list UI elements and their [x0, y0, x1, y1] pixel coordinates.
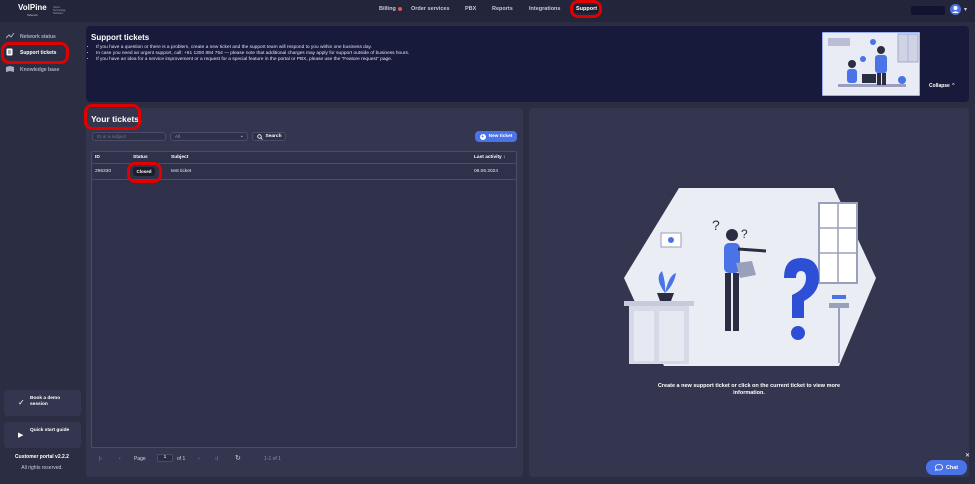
book-icon: [6, 66, 15, 74]
nav-order-services[interactable]: Order services: [411, 6, 450, 12]
sidebar: Network status Support tickets Knowledge…: [0, 22, 84, 484]
user-icon: [952, 6, 959, 13]
quick-start-label: Quick start guide: [30, 428, 70, 433]
quick-start-button[interactable]: ▶ Quick start guide: [4, 422, 81, 448]
sidebar-item-knowledge-base[interactable]: Knowledge base: [6, 65, 59, 75]
book-demo-button[interactable]: ✓ Book a demo session: [4, 390, 81, 416]
ticket-last-activity: 06.06.2024: [474, 169, 499, 174]
sidebar-item-label: Knowledge base: [20, 67, 60, 73]
column-subject[interactable]: Subject: [171, 155, 188, 160]
portal-version: Customer portal v2.2.2: [15, 454, 69, 460]
brand-name: VolPine: [18, 3, 47, 12]
chevron-down-icon[interactable]: ▾: [964, 6, 967, 13]
refresh-icon[interactable]: ↻: [235, 454, 241, 462]
search-icon: [256, 133, 263, 140]
chart-line-icon: [5, 32, 15, 41]
top-bar: VolPine Telecom Cloud Technology Solutio…: [0, 0, 975, 22]
chevron-down-icon: ⌄: [239, 133, 244, 139]
ticket-id: 296330: [95, 169, 112, 174]
svg-text:?: ?: [712, 217, 720, 233]
banner-bullet: If you have an idea for a service improv…: [96, 57, 409, 63]
support-empty-illustration: ? ?: [624, 188, 876, 366]
tickets-panel: Your tickets All ⌄ Search + New ticket I…: [84, 104, 523, 477]
sidebar-item-label: Network status: [20, 34, 56, 40]
nav-pbx[interactable]: PBX: [465, 6, 476, 12]
account-name[interactable]: [911, 6, 945, 15]
column-id[interactable]: ID: [95, 155, 100, 160]
svg-text:?: ?: [741, 227, 748, 241]
next-page-icon[interactable]: ›: [198, 456, 200, 462]
page-label: Page: [134, 456, 146, 462]
nav-integrations[interactable]: Integrations: [529, 6, 560, 12]
arrow-down-icon: ↓: [503, 155, 506, 160]
chevron-up-icon: ⌃: [951, 83, 956, 89]
page-total: of 1: [177, 456, 186, 462]
banner-info-list: If you have a question or there is a pro…: [96, 45, 409, 63]
search-button[interactable]: Search: [252, 132, 286, 141]
empty-state-text: Create a new support ticket or click on …: [657, 383, 841, 396]
new-ticket-button[interactable]: + New ticket: [475, 131, 517, 142]
highlight-your-tickets: [84, 104, 141, 130]
column-status[interactable]: Status: [133, 155, 148, 160]
ticket-subject: test ticket: [171, 169, 192, 174]
page-number-input[interactable]: 1: [157, 454, 173, 462]
check-icon: ✓: [18, 398, 25, 407]
chat-button[interactable]: Chat: [926, 460, 967, 475]
nav-billing[interactable]: Billing: [379, 6, 402, 12]
first-page-icon[interactable]: |‹: [99, 456, 102, 462]
brand-logo[interactable]: VolPine Telecom Cloud Technology Solutio…: [18, 3, 68, 19]
nav-reports[interactable]: Reports: [492, 6, 513, 12]
highlight-support-nav: [570, 0, 602, 18]
highlight-closed-status: [127, 162, 162, 183]
support-team-illustration: [822, 32, 920, 96]
prev-page-icon[interactable]: ‹: [119, 456, 121, 462]
tickets-table: ID Status Subject Last activity ↓ 296330…: [91, 151, 517, 448]
brand-tagline: Cloud Technology Solutions: [53, 6, 66, 15]
support-banner: Support tickets If you have a question o…: [86, 26, 969, 102]
close-icon[interactable]: ✕: [965, 452, 970, 459]
brand-sub: Telecom: [27, 13, 39, 17]
ticket-search-input[interactable]: [92, 132, 166, 141]
play-icon: ▶: [18, 432, 24, 439]
banner-title: Support tickets: [91, 33, 150, 42]
column-last-activity[interactable]: Last activity ↓: [474, 155, 505, 160]
collapse-button[interactable]: Collapse ⌃: [929, 83, 955, 89]
last-page-icon[interactable]: ›|: [215, 456, 218, 462]
book-demo-label: Book a demo session: [30, 396, 61, 407]
ticket-detail-panel: ? ? Create a new support ticket or click…: [529, 108, 969, 477]
plus-icon: +: [479, 133, 486, 140]
copyright: All rights reserved.: [21, 465, 63, 471]
status-filter-select[interactable]: All ⌄: [170, 132, 248, 141]
pagination: |‹ ‹ Page 1 of 1 › ›| ↻ 1-1 of 1: [91, 451, 517, 469]
user-avatar[interactable]: [950, 4, 961, 15]
sidebar-item-network-status[interactable]: Network status: [5, 32, 56, 42]
highlight-support-tickets: [1, 42, 69, 64]
notification-dot: [397, 6, 402, 11]
chat-bubble-icon: [934, 464, 943, 471]
page-range: 1-1 of 1: [264, 456, 281, 462]
